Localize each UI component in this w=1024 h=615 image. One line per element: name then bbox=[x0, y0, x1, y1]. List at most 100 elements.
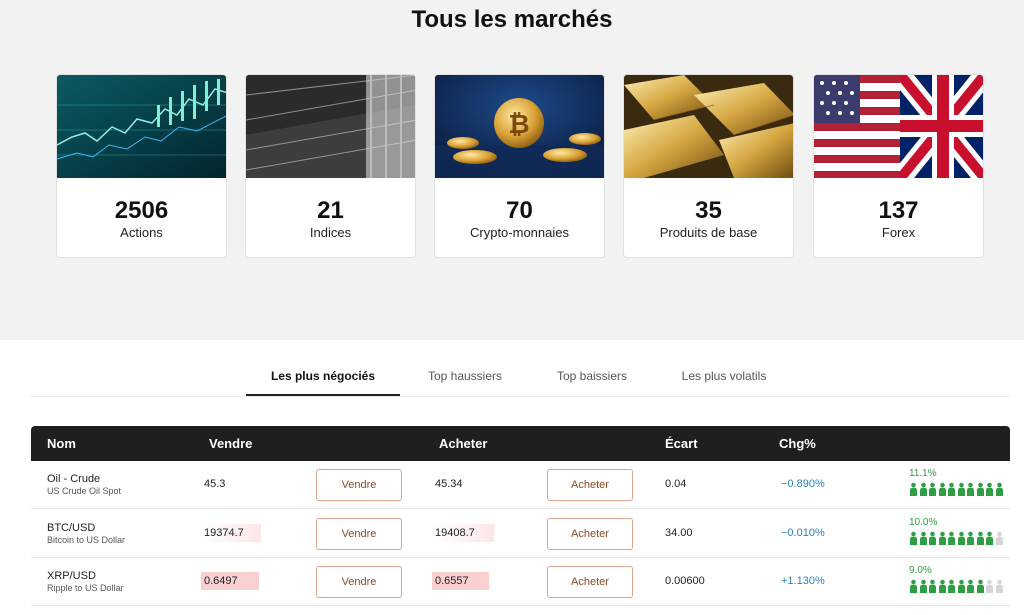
market-count: 137 bbox=[878, 197, 919, 224]
header-name: Nom bbox=[47, 436, 76, 451]
tab-top-risers[interactable]: Top haussiers bbox=[410, 362, 520, 396]
sell-price: 45.3 bbox=[204, 478, 226, 490]
sentiment-percent: 11.1% bbox=[909, 468, 937, 479]
person-icon bbox=[967, 531, 974, 545]
header-sell: Vendre bbox=[209, 436, 253, 451]
buy-price: 19408.7 bbox=[432, 524, 494, 542]
instrument-subtitle: Bitcoin to US Dollar bbox=[47, 535, 126, 545]
buy-price: 45.34 bbox=[435, 478, 463, 490]
change-value: −0.890% bbox=[781, 478, 825, 490]
svg-text:₿: ₿ bbox=[508, 110, 529, 140]
person-icon bbox=[919, 482, 927, 496]
person-icon bbox=[976, 531, 984, 545]
market-label: Produits de base bbox=[659, 225, 758, 240]
person-icon bbox=[967, 482, 974, 496]
markets-table: Nom Vendre Acheter Écart Chg% Oil - Crud… bbox=[31, 426, 1010, 615]
change-value: −0.010% bbox=[781, 527, 825, 539]
person-icon bbox=[995, 531, 1003, 545]
person-icon bbox=[986, 579, 993, 593]
sentiment-people-icons bbox=[909, 482, 1004, 496]
person-icon bbox=[967, 579, 974, 593]
spread-value: 0.00600 bbox=[665, 575, 705, 587]
person-icon bbox=[919, 579, 927, 593]
person-icon bbox=[948, 482, 955, 496]
person-icon bbox=[929, 531, 936, 545]
person-icon bbox=[957, 482, 965, 496]
person-icon bbox=[986, 482, 993, 496]
buy-button[interactable]: Acheter bbox=[547, 469, 633, 501]
market-card-crypto[interactable]: ₿ 70 Crypto-monnaies bbox=[434, 74, 605, 258]
bitcoin-coins-image: ₿ bbox=[435, 75, 604, 178]
person-icon bbox=[976, 482, 984, 496]
person-icon bbox=[976, 579, 984, 593]
sentiment-percent: 9.0% bbox=[909, 565, 932, 576]
market-label: Actions bbox=[120, 225, 163, 240]
header-spread: Écart bbox=[665, 436, 698, 451]
market-count: 2506 bbox=[114, 197, 169, 224]
buy-button[interactable]: Acheter bbox=[547, 518, 633, 550]
person-icon bbox=[948, 579, 955, 593]
tab-most-traded[interactable]: Les plus négociés bbox=[246, 362, 400, 396]
sell-button[interactable]: Vendre bbox=[316, 469, 402, 501]
market-label: Indices bbox=[309, 225, 352, 240]
person-icon bbox=[938, 531, 946, 545]
sentiment-people-icons bbox=[909, 579, 1004, 593]
person-icon bbox=[929, 579, 936, 593]
person-icon bbox=[957, 531, 965, 545]
sentiment-percent: 10.0% bbox=[909, 517, 938, 528]
table-header: Nom Vendre Acheter Écart Chg% bbox=[31, 426, 1010, 461]
person-icon bbox=[938, 482, 946, 496]
buy-button[interactable]: Acheter bbox=[547, 566, 633, 598]
table-row: BTC/USD Bitcoin to US Dollar 19374.7 Ven… bbox=[31, 510, 1010, 558]
person-icon bbox=[910, 482, 917, 496]
market-label: Crypto-monnaies bbox=[470, 225, 569, 240]
header-buy: Acheter bbox=[439, 436, 488, 451]
market-tabs: Les plus négociés Top haussiers Top bais… bbox=[0, 362, 1024, 398]
table-row: Oil - Crude US Crude Oil Spot 45.3 Vendr… bbox=[31, 461, 1010, 509]
sell-button[interactable]: Vendre bbox=[316, 518, 402, 550]
table-row: XRP/USD Ripple to US Dollar 0.6497 Vendr… bbox=[31, 558, 1010, 606]
instrument-name: XRP/USD bbox=[47, 570, 96, 582]
person-icon bbox=[919, 531, 927, 545]
tabs-divider bbox=[30, 396, 1010, 397]
us-uk-flags-image bbox=[814, 75, 983, 178]
market-card-actions[interactable]: 2506 Actions bbox=[56, 74, 227, 258]
gold-bars-image bbox=[624, 75, 793, 178]
table-row bbox=[31, 607, 1010, 615]
market-card-commodities[interactable]: 35 Produits de base bbox=[623, 74, 794, 258]
market-count: 21 bbox=[317, 197, 344, 224]
instrument-name: BTC/USD bbox=[47, 522, 96, 534]
stock-chart-image bbox=[57, 75, 226, 178]
sell-button[interactable]: Vendre bbox=[316, 566, 402, 598]
tab-most-volatile[interactable]: Les plus volatils bbox=[664, 362, 784, 396]
person-icon bbox=[929, 482, 936, 496]
tab-top-fallers[interactable]: Top baissiers bbox=[538, 362, 646, 396]
sell-price: 0.6497 bbox=[201, 572, 259, 590]
header-change: Chg% bbox=[779, 436, 816, 451]
market-card-indices[interactable]: 21 Indices bbox=[245, 74, 416, 258]
market-card-forex[interactable]: 137 Forex bbox=[813, 74, 984, 258]
instrument-subtitle: US Crude Oil Spot bbox=[47, 486, 122, 496]
person-icon bbox=[986, 531, 993, 545]
market-count: 70 bbox=[506, 197, 533, 224]
spread-value: 0.04 bbox=[665, 478, 687, 490]
sentiment-people-icons bbox=[909, 531, 1004, 545]
instrument-name: Oil - Crude bbox=[47, 473, 101, 485]
person-icon bbox=[910, 579, 917, 593]
spread-value: 34.00 bbox=[665, 527, 693, 539]
person-icon bbox=[995, 482, 1003, 496]
change-value: +1.130% bbox=[781, 575, 825, 587]
person-icon bbox=[995, 579, 1003, 593]
sell-price: 19374.7 bbox=[201, 524, 261, 542]
market-label: Forex bbox=[881, 225, 916, 240]
person-icon bbox=[948, 531, 955, 545]
buy-price: 0.6557 bbox=[432, 572, 489, 590]
person-icon bbox=[910, 531, 917, 545]
person-icon bbox=[957, 579, 965, 593]
dow-jones-sign-image bbox=[246, 75, 415, 178]
market-count: 35 bbox=[695, 197, 722, 224]
market-cards: 2506 Actions 21 Indices ₿ 70 Crypto-monn… bbox=[56, 74, 985, 258]
person-icon bbox=[938, 579, 946, 593]
instrument-subtitle: Ripple to US Dollar bbox=[47, 583, 124, 593]
page-title: Tous les marchés bbox=[411, 6, 613, 33]
